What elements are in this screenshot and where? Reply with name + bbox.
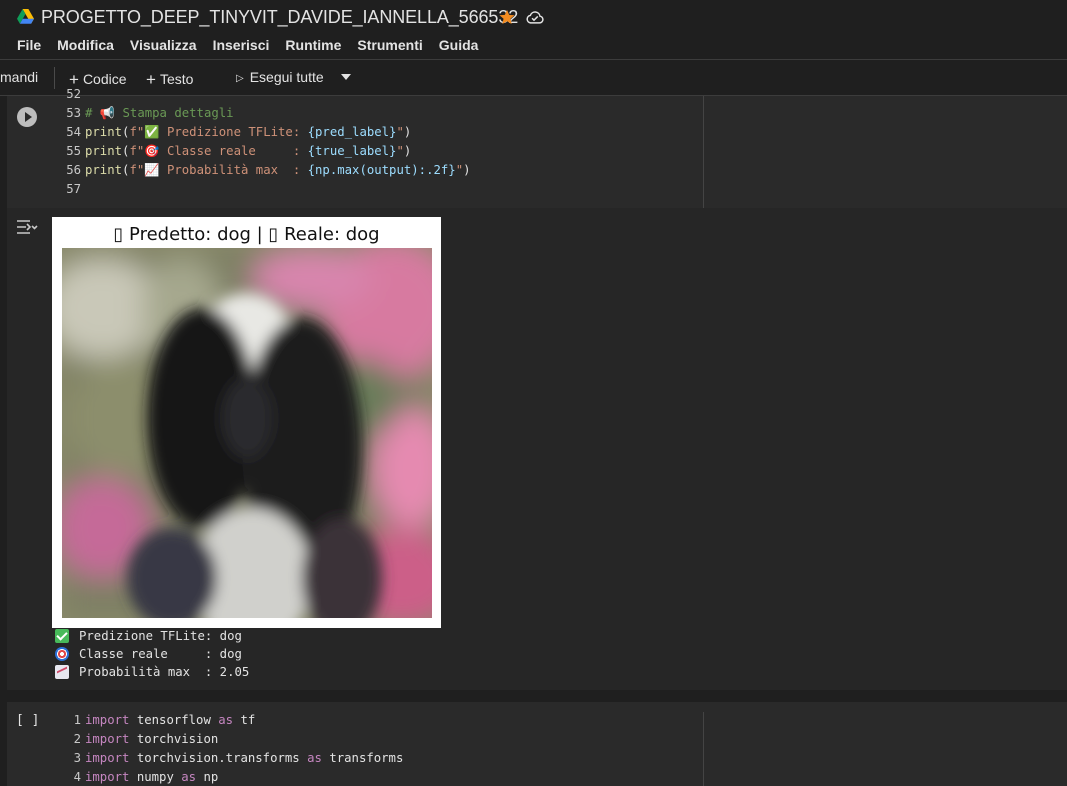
code-token: torchvision.transforms: [129, 751, 308, 765]
prediction-text: Predizione TFLite: dog: [79, 629, 242, 643]
code-token: f"📈 Probabilità max :: [129, 163, 308, 177]
code-token: ": [396, 144, 404, 158]
output-toggle-icon[interactable]: [16, 219, 38, 235]
menu-modifica[interactable]: Modifica: [57, 34, 114, 58]
code-token: f"🎯 Classe reale :: [129, 144, 308, 158]
code-editor[interactable]: 52 53 # 📢 Stampa dettagli 54 print(f"✅ Predi…: [53, 85, 471, 199]
code-line[interactable]: 53 # 📢 Stampa dettagli: [53, 104, 471, 123]
line-number: 53: [66, 106, 81, 120]
menu-file[interactable]: File: [17, 34, 41, 58]
menu-runtime[interactable]: Runtime: [285, 34, 341, 58]
run-all-label: Esegui tutte: [249, 69, 324, 85]
dog-image: [62, 248, 432, 618]
cloud-saved-icon[interactable]: [525, 8, 545, 26]
star-icon[interactable]: [498, 8, 516, 26]
cell-divider: [703, 712, 704, 786]
code-token: transforms: [321, 751, 404, 765]
check-mark-icon: [55, 629, 69, 643]
code-token: import: [85, 770, 130, 784]
code-token: ": [455, 163, 464, 177]
title-bar: PROGETTO_DEEP_TINYVIT_DAVIDE_IANNELLA_56…: [0, 0, 1067, 34]
line-number: 4: [73, 770, 81, 784]
output-line-probability: Probabilità max : 2.05: [55, 663, 249, 681]
code-cell[interactable]: 52 53 # 📢 Stampa dettagli 54 print(f"✅ Predi…: [7, 87, 1067, 208]
drive-logo-icon: [17, 9, 34, 24]
line-number: 2: [73, 732, 81, 746]
notebook-title[interactable]: PROGETTO_DEEP_TINYVIT_DAVIDE_IANNELLA_56…: [41, 7, 518, 28]
notebook-area: 52 53 # 📢 Stampa dettagli 54 print(f"✅ Predi…: [0, 87, 1067, 786]
code-token: ): [403, 125, 412, 139]
code-token: ): [403, 144, 412, 158]
target-icon: [55, 647, 69, 661]
menu-bar: File Modifica Visualizza Inserisci Runti…: [0, 34, 1067, 58]
output-line-true-class: Classe reale : dog: [55, 645, 249, 663]
code-token: np: [196, 770, 219, 784]
code-line[interactable]: 54 print(f"✅ Predizione TFLite: {pred_lab…: [53, 123, 471, 142]
code-token: {np.max(output):.2f}: [307, 163, 456, 177]
plot-figure: ▯ Predetto: dog | ▯ Reale: dog: [52, 217, 441, 628]
code-line[interactable]: 2 import torchvision: [53, 730, 403, 749]
line-number: 57: [66, 182, 81, 196]
code-token: tensorflow: [129, 713, 219, 727]
code-token: ": [396, 125, 404, 139]
line-number: 3: [73, 751, 81, 765]
code-token: {true_label}: [307, 144, 397, 158]
code-token: import: [85, 713, 130, 727]
line-number: 54: [66, 125, 81, 139]
line-number: 1: [73, 713, 81, 727]
menu-guida[interactable]: Guida: [439, 34, 479, 58]
line-number: 56: [66, 163, 81, 177]
printed-output: Predizione TFLite: dog Classe reale : do…: [55, 627, 249, 681]
code-editor[interactable]: 1 import tensorflow as tf 2 import torchvis…: [53, 711, 404, 786]
run-all-dropdown-icon[interactable]: [341, 74, 351, 80]
code-token: {pred_label}: [307, 125, 397, 139]
code-token: numpy: [129, 770, 182, 784]
commands-button[interactable]: mandi: [0, 69, 38, 85]
code-line[interactable]: 55 print(f"🎯 Classe reale : {true_label}"…: [53, 142, 471, 161]
code-token: as: [307, 751, 322, 765]
code-token: print: [85, 144, 123, 158]
cell-divider: [703, 96, 704, 208]
code-token: print: [85, 163, 123, 177]
line-number: 52: [66, 87, 81, 101]
run-all-button[interactable]: ▷ Esegui tutte: [236, 69, 324, 85]
line-number: 55: [66, 144, 81, 158]
output-line-prediction: Predizione TFLite: dog: [55, 627, 249, 645]
probability-text: Probabilità max : 2.05: [79, 665, 250, 679]
code-token: torchvision: [129, 732, 219, 746]
code-token: as: [218, 713, 234, 727]
menu-inserisci[interactable]: Inserisci: [213, 34, 270, 58]
code-token: print: [85, 125, 123, 139]
code-line[interactable]: 4 import numpy as np: [53, 768, 403, 786]
figure-title: ▯ Predetto: dog | ▯ Reale: dog: [113, 224, 380, 245]
code-token: import: [85, 732, 130, 746]
code-line[interactable]: 57: [53, 180, 471, 199]
play-icon: ▷: [236, 73, 244, 84]
code-token: ): [463, 163, 471, 177]
code-token: import: [85, 751, 130, 765]
code-cell[interactable]: 1 import tensorflow as tf 2 import torchvis…: [7, 702, 1067, 786]
code-token: # 📢 Stampa dettagli: [85, 106, 234, 120]
chart-increasing-icon: [55, 665, 69, 679]
code-token: tf: [233, 713, 256, 727]
code-token: f"✅ Predizione TFLite:: [129, 125, 308, 139]
run-cell-button[interactable]: [ ]: [16, 713, 39, 728]
code-line[interactable]: 56 print(f"📈 Probabilità max : {np.max(ou…: [53, 161, 471, 180]
code-line[interactable]: 1 import tensorflow as tf: [53, 711, 403, 730]
code-token: as: [181, 770, 197, 784]
code-line[interactable]: 3 import torchvision.transforms as transf…: [53, 749, 404, 768]
menu-visualizza[interactable]: Visualizza: [130, 34, 197, 58]
true-class-text: Classe reale : dog: [79, 647, 242, 661]
code-line[interactable]: 52: [53, 85, 471, 104]
menu-strumenti[interactable]: Strumenti: [357, 34, 422, 58]
run-cell-button[interactable]: [17, 107, 37, 127]
